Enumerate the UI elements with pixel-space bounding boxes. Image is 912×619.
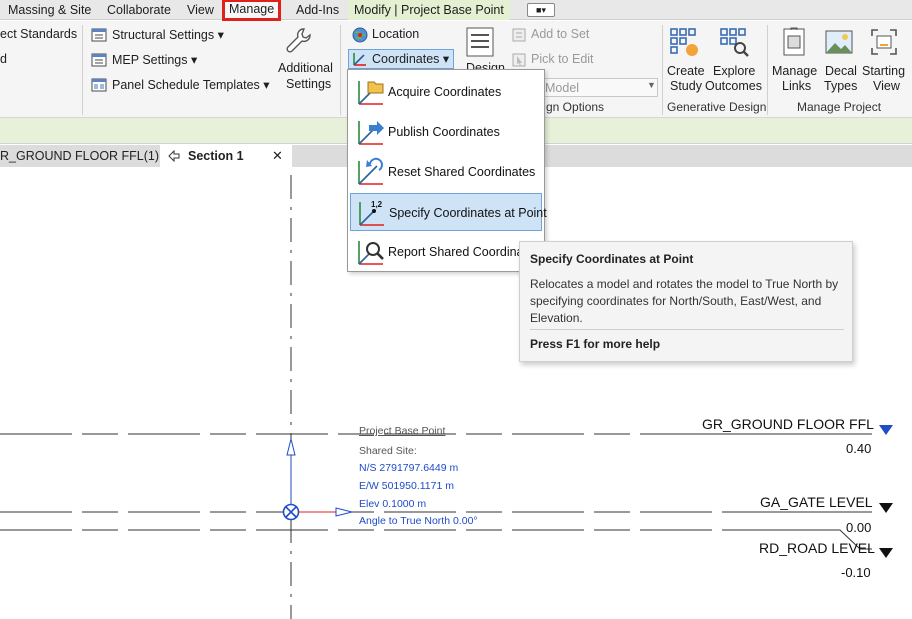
starting-view-label-1[interactable]: Starting	[862, 64, 905, 78]
tab-view[interactable]: View	[187, 0, 214, 20]
coordinates-menu: Acquire Coordinates Publish Coordinates …	[347, 69, 547, 272]
section-view-icon	[168, 150, 180, 162]
structural-settings-icon	[91, 28, 107, 42]
project-standards-button[interactable]: ect Standards	[0, 27, 77, 41]
wrench-icon	[286, 28, 311, 53]
location-globe-icon	[352, 27, 368, 43]
report-coordinates-icon	[358, 241, 384, 265]
pick-to-edit-button[interactable]: Pick to Edit	[531, 52, 594, 66]
tab-manage[interactable]: Manage	[222, 0, 282, 21]
panel-schedule-templates-icon	[91, 78, 107, 92]
create-study-icon	[670, 28, 698, 56]
starting-view-label-2[interactable]: View	[873, 79, 900, 93]
tooltip-divider	[530, 329, 844, 330]
level-marker-road-icon[interactable]	[879, 548, 893, 558]
tab-massing-site[interactable]: Massing & Site	[8, 0, 91, 20]
publish-coordinates-icon	[358, 121, 384, 145]
menu-item-label: Specify Coordinates at Point	[389, 206, 547, 220]
ribbon-separator	[340, 25, 341, 115]
decal-types-label-1[interactable]: Decal	[825, 64, 857, 78]
tooltip-body: Relocates a model and rotates the model …	[530, 277, 839, 325]
coordinates-icon	[353, 53, 366, 66]
ribbon-separator	[82, 25, 83, 115]
menu-item-report-shared-coordinates[interactable]: Report Shared Coordinat	[350, 233, 542, 271]
specify-coordinates-icon: 1,2	[359, 200, 384, 226]
manage-project-panel-title: Manage Project	[797, 100, 882, 114]
project-base-point-icon[interactable]	[282, 503, 300, 521]
add-to-set-icon	[512, 28, 526, 42]
tooltip-title: Specify Coordinates at Point	[530, 252, 694, 266]
ew-coordinate[interactable]: E/W 501950.1171 m	[359, 480, 454, 492]
menu-item-publish-coordinates[interactable]: Publish Coordinates	[350, 113, 542, 151]
close-icon[interactable]: ✕	[272, 145, 283, 167]
active-design-option-select[interactable]: Model ▼	[540, 78, 658, 97]
level-name-road[interactable]: RD_ROAD LEVEL	[759, 540, 875, 556]
level-marker-ground-floor-icon[interactable]	[879, 425, 893, 435]
create-study-label-1[interactable]: Create	[667, 64, 705, 78]
angle-to-true-north[interactable]: Angle to True North 0.00°	[359, 515, 478, 527]
ribbon-tab-bar: Massing & Site Collaborate View Manage A…	[0, 0, 912, 21]
menu-item-label: Acquire Coordinates	[388, 85, 502, 99]
tab-extra-dropdown[interactable]: ■▾	[527, 3, 555, 17]
cut-off-button[interactable]: d	[0, 52, 7, 66]
manage-links-label-2[interactable]: Links	[782, 79, 811, 93]
tooltip: Specify Coordinates at Point Relocates a…	[519, 241, 853, 362]
tooltip-help: Press F1 for more help	[530, 337, 661, 351]
manage-links-label-1[interactable]: Manage	[772, 64, 817, 78]
mep-settings-icon	[91, 53, 107, 67]
north-arrow-icon	[286, 438, 296, 456]
east-arrow-icon	[335, 507, 353, 517]
tab-modify-project-base-point[interactable]: Modify | Project Base Point	[348, 0, 510, 20]
design-options-panel-title: gn Options	[546, 100, 605, 114]
shared-site-label: Shared Site:	[359, 445, 417, 457]
structural-settings-button[interactable]: Structural Settings ▾	[112, 27, 224, 42]
design-options-icon	[466, 27, 494, 57]
view-tab-ground-floor[interactable]: R_GROUND FLOOR FFL(1)	[0, 145, 159, 167]
generative-design-panel-title: Generative Design	[667, 100, 767, 114]
ribbon-separator	[767, 25, 768, 115]
menu-item-acquire-coordinates[interactable]: Acquire Coordinates	[350, 73, 542, 111]
menu-item-label: Reset Shared Coordinates	[388, 165, 536, 179]
create-study-label-2[interactable]: Study	[670, 79, 702, 93]
explore-outcomes-label-2[interactable]: Outcomes	[705, 79, 762, 93]
starting-view-icon	[871, 29, 897, 55]
chevron-down-icon: ▼	[647, 80, 656, 90]
section-tab-label: Section 1	[188, 149, 244, 163]
menu-item-specify-coordinates-at-point[interactable]: 1,2 Specify Coordinates at Point	[350, 193, 547, 231]
pick-to-edit-icon	[512, 53, 526, 67]
tab-collaborate[interactable]: Collaborate	[107, 0, 171, 20]
revit-window: Massing & Site Collaborate View Manage A…	[0, 0, 912, 619]
additional-settings-label-2[interactable]: Settings	[286, 77, 331, 91]
location-button[interactable]: Location	[372, 27, 419, 41]
level-value-road[interactable]: -0.10	[841, 565, 871, 580]
acquire-coordinates-icon	[358, 81, 384, 105]
level-value-gate[interactable]: 0.00	[846, 520, 871, 535]
level-value-ground-floor[interactable]: 0.40	[846, 441, 871, 456]
tab-add-ins[interactable]: Add-Ins	[296, 0, 339, 20]
reset-coordinates-icon	[358, 157, 383, 185]
panel-schedule-templates-button[interactable]: Panel Schedule Templates ▾	[112, 77, 270, 92]
coordinates-button-label[interactable]: Coordinates ▾	[372, 51, 449, 66]
ns-coordinate[interactable]: N/S 2791797.6449 m	[359, 462, 458, 474]
level-marker-gate-icon[interactable]	[879, 503, 893, 513]
manage-links-icon	[783, 27, 805, 56]
level-name-gate[interactable]: GA_GATE LEVEL	[760, 494, 873, 510]
additional-settings-label-1[interactable]: Additional	[278, 61, 333, 75]
explore-outcomes-label-1[interactable]: Explore	[713, 64, 755, 78]
decal-types-icon	[825, 30, 853, 54]
menu-item-label: Publish Coordinates	[388, 125, 500, 139]
mep-settings-button[interactable]: MEP Settings ▾	[112, 52, 197, 67]
explore-outcomes-icon	[720, 28, 749, 57]
elevation-value[interactable]: Elev 0.1000 m	[359, 498, 426, 510]
menu-item-label: Report Shared Coordinat	[388, 245, 527, 259]
svg-text:1,2: 1,2	[371, 200, 383, 209]
menu-item-reset-shared-coordinates[interactable]: Reset Shared Coordinates	[350, 153, 542, 191]
level-name-ground-floor[interactable]: GR_GROUND FLOOR FFL	[702, 416, 874, 432]
view-tab-section-1[interactable]: Section 1 ✕	[160, 145, 292, 167]
active-option-value: Model	[545, 81, 580, 95]
add-to-set-button[interactable]: Add to Set	[531, 27, 589, 41]
ribbon-separator	[662, 25, 663, 115]
base-point-title[interactable]: Project Base Point	[359, 425, 445, 437]
decal-types-label-2[interactable]: Types	[824, 79, 857, 93]
